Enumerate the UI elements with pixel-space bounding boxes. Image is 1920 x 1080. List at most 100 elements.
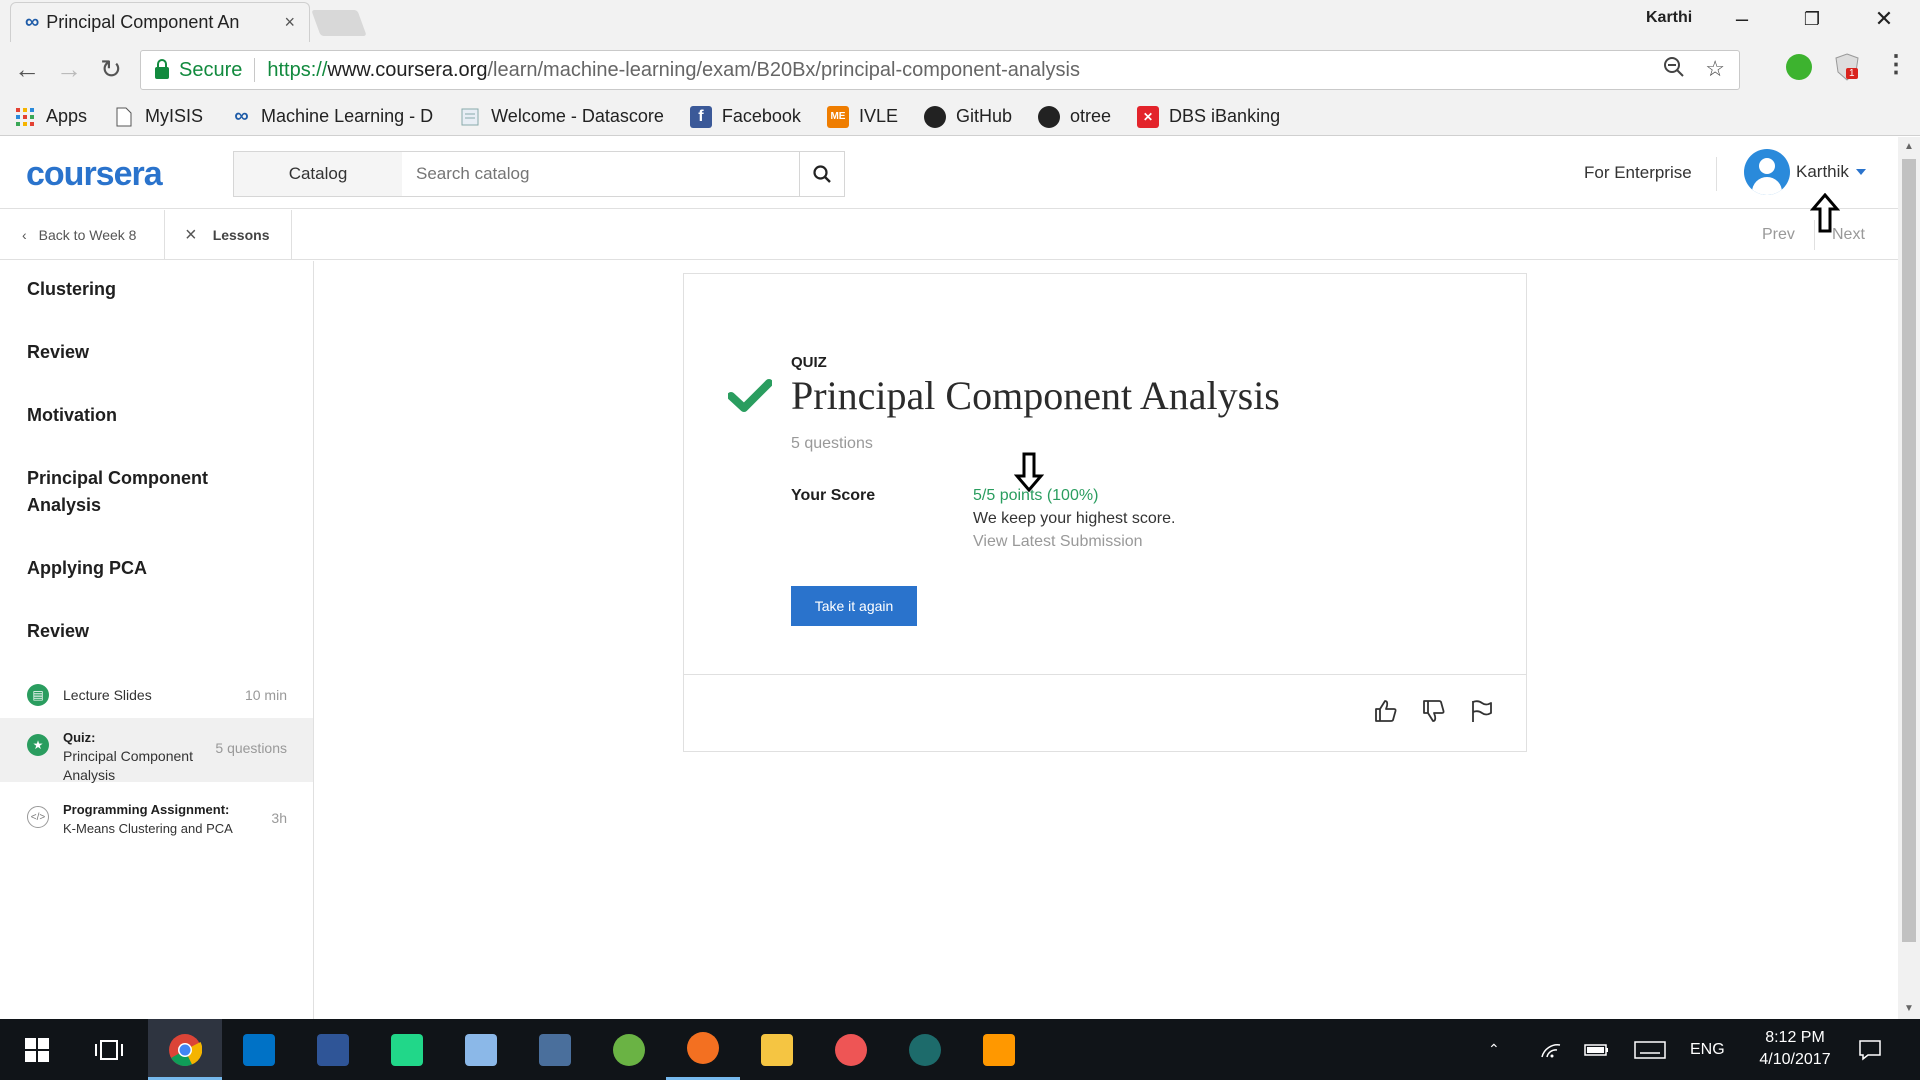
taskbar-powershell[interactable]	[296, 1019, 370, 1080]
bookmark-label: MyISIS	[145, 106, 204, 126]
extension-green-icon[interactable]	[1786, 54, 1812, 80]
back-label: Back to Week 8	[38, 227, 137, 243]
secure-label: Secure	[179, 58, 243, 81]
page-icon	[459, 106, 481, 128]
restore-icon[interactable]: ❐	[1792, 9, 1832, 30]
notifications-icon[interactable]	[1858, 1019, 1882, 1080]
tray-chevron-up-icon[interactable]: ⌃	[1488, 1019, 1500, 1080]
close-icon: ×	[185, 223, 197, 246]
scroll-down-icon[interactable]: ▼	[1904, 1003, 1914, 1014]
ring-icon	[687, 1032, 719, 1064]
taskbar-app-teal[interactable]	[888, 1019, 962, 1080]
taskbar-sublime[interactable]	[962, 1019, 1036, 1080]
take-it-again-button[interactable]: Take it again	[791, 586, 917, 626]
for-enterprise-link[interactable]: For Enterprise	[1584, 163, 1692, 183]
taskbar-virtualbox[interactable]	[444, 1019, 518, 1080]
avatar[interactable]	[1744, 149, 1790, 195]
bookmark-otree[interactable]: otree	[1038, 105, 1111, 128]
scrollbar-thumb[interactable]	[1902, 159, 1916, 942]
extension-shield-icon[interactable]: 1	[1834, 52, 1860, 82]
sidebar-section-clustering[interactable]: Clustering	[27, 276, 287, 303]
bookmark-apps[interactable]: Apps	[14, 106, 87, 128]
view-latest-submission-link[interactable]: View Latest Submission	[973, 533, 1143, 551]
item-title: K-Means Clustering and PCA	[63, 821, 233, 836]
bookmark-github[interactable]: GitHub	[923, 105, 1012, 128]
item-meta: 5 questions	[215, 740, 287, 756]
cube-icon	[465, 1033, 497, 1066]
system-clock[interactable]: 8:12 PM 4/10/2017	[1740, 1027, 1850, 1071]
tab-close-icon[interactable]: ×	[284, 12, 295, 33]
new-tab-button[interactable]	[311, 10, 367, 36]
score-note: We keep your highest score.	[973, 510, 1176, 527]
keyboard-icon[interactable]	[1634, 1019, 1666, 1080]
back-arrow-icon[interactable]: ←	[10, 54, 44, 85]
extension-badge: 1	[1846, 68, 1858, 79]
back-to-week-link[interactable]: ‹ Back to Week 8	[0, 210, 165, 260]
wifi-icon[interactable]	[1540, 1019, 1562, 1080]
browser-tab[interactable]: ∞ Principal Component An ×	[10, 2, 310, 42]
question-count: 5 questions	[791, 435, 873, 452]
prev-button[interactable]: Prev	[1762, 226, 1795, 244]
coursera-logo[interactable]: coursera	[26, 155, 163, 194]
sublime-icon	[983, 1033, 1015, 1066]
chevron-down-icon[interactable]	[1856, 169, 1866, 175]
bookmark-ivle[interactable]: ME IVLE	[826, 105, 898, 128]
bookmark-star-icon[interactable]: ☆	[1705, 56, 1725, 84]
bookmark-machine-learning[interactable]: ∞ Machine Learning - D	[229, 105, 433, 128]
search-button[interactable]	[799, 151, 845, 197]
sidebar-section-review[interactable]: Review	[27, 339, 287, 366]
taskbar-mysql[interactable]	[518, 1019, 592, 1080]
window-profile-name[interactable]: Karthi	[1646, 9, 1692, 27]
sidebar-item-lecture-slides[interactable]: ▤ Lecture Slides 10 min	[0, 674, 313, 716]
language-indicator[interactable]: ENG	[1690, 1019, 1725, 1080]
lesson-sidebar: Clustering Review Motivation Principal C…	[0, 261, 314, 1019]
reload-icon[interactable]: ↻	[94, 54, 128, 85]
battery-icon[interactable]	[1584, 1019, 1610, 1080]
taskbar-file-explorer[interactable]	[740, 1019, 814, 1080]
item-title: Lecture Slides	[63, 687, 152, 703]
flag-icon[interactable]	[1468, 697, 1496, 725]
address-bar[interactable]: Secure https://www.coursera.org/learn/ma…	[140, 50, 1740, 90]
nav-divider	[1814, 220, 1815, 250]
quiz-result-card: QUIZ Principal Component Analysis 5 ques…	[683, 273, 1527, 752]
bookmark-myisis[interactable]: MyISIS	[113, 106, 203, 128]
bookmark-datascore[interactable]: Welcome - Datascore	[459, 106, 664, 128]
thumbs-up-icon[interactable]	[1372, 697, 1400, 725]
apps-grid-icon	[14, 106, 36, 128]
taskbar-app-orange[interactable]	[666, 1019, 740, 1080]
zoom-icon[interactable]	[1663, 56, 1685, 84]
task-view-button[interactable]	[72, 1019, 146, 1080]
taskbar-pycharm[interactable]	[370, 1019, 444, 1080]
next-button[interactable]: Next	[1832, 226, 1865, 244]
thumbs-down-icon[interactable]	[1420, 697, 1448, 725]
start-button[interactable]	[0, 1019, 74, 1080]
page-icon	[113, 106, 135, 128]
page-scrollbar[interactable]: ▲ ▼	[1898, 137, 1920, 1019]
sidebar-section-applying-pca[interactable]: Applying PCA	[27, 555, 287, 582]
taskbar-outlook[interactable]	[222, 1019, 296, 1080]
taskbar-chrome[interactable]	[148, 1019, 222, 1080]
bookmark-dbs[interactable]: ✕ DBS iBanking	[1137, 105, 1280, 128]
sidebar-section-review-2[interactable]: Review	[27, 618, 287, 645]
url-text[interactable]: https://www.coursera.org/learn/machine-l…	[267, 59, 1080, 82]
bookmark-facebook[interactable]: f Facebook	[689, 105, 801, 128]
sidebar-section-motivation[interactable]: Motivation	[27, 402, 287, 429]
search-input[interactable]	[402, 151, 800, 197]
scroll-up-icon[interactable]: ▲	[1904, 141, 1914, 152]
task-view-icon	[95, 1039, 123, 1060]
sidebar-item-programming-assignment[interactable]: </> Programming Assignment: K-Means Clus…	[0, 796, 313, 846]
taskbar-android-studio[interactable]	[592, 1019, 666, 1080]
lessons-toggle[interactable]: × Lessons	[165, 210, 292, 260]
window-close-icon[interactable]: ✕	[1864, 6, 1904, 32]
forward-arrow-icon[interactable]: →	[52, 54, 86, 85]
catalog-button[interactable]: Catalog	[233, 151, 403, 197]
sidebar-item-quiz[interactable]: ★ Quiz: Principal Component Analysis 5 q…	[0, 718, 313, 783]
chrome-menu-icon[interactable]: ⋮	[1884, 50, 1908, 79]
username[interactable]: Karthik	[1796, 162, 1849, 182]
sidebar-section-pca[interactable]: Principal Component Analysis	[27, 465, 247, 519]
browser-toolbar: ← → ↻ Secure https://www.coursera.org/le…	[0, 42, 1920, 98]
chrome-icon	[169, 1033, 202, 1066]
taskbar-snipping-tool[interactable]	[814, 1019, 888, 1080]
github-icon	[923, 105, 946, 128]
minimize-icon[interactable]: –	[1722, 6, 1762, 32]
